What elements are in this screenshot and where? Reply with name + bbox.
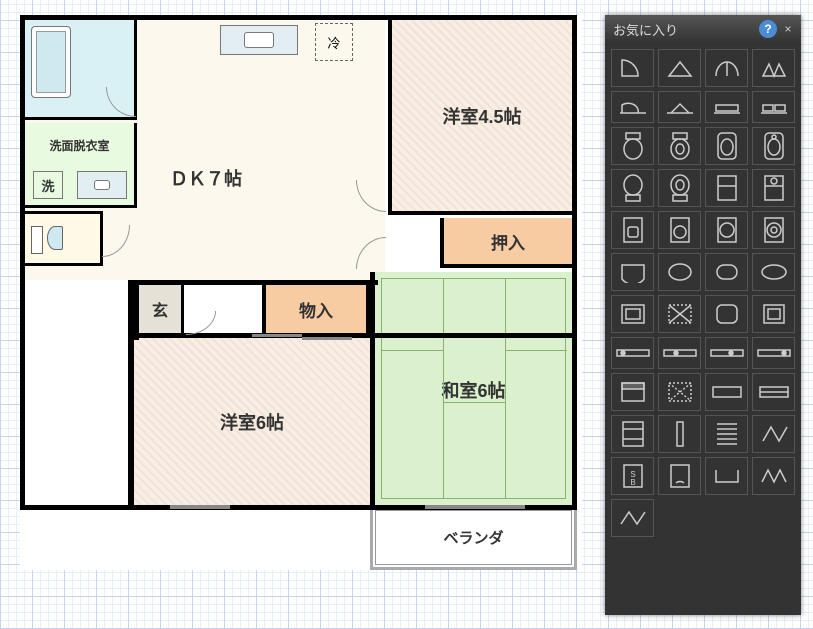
shape-triangle[interactable] [658,49,701,87]
shape-sink-a[interactable] [611,211,654,249]
wall-segment [128,280,378,285]
shape-gauge[interactable] [658,457,701,495]
shape-toilet-c[interactable] [705,127,748,165]
veranda-outline [370,510,577,570]
favorites-panel[interactable]: お気に入り ? × [605,15,801,615]
shape-bar-a[interactable] [611,337,654,369]
shape-bar-d[interactable] [752,337,795,369]
shape-toilet-f[interactable] [658,169,701,207]
help-icon[interactable]: ? [759,20,777,38]
panel-title: お気に入り [613,20,757,39]
shape-flat-split[interactable] [752,91,795,123]
shape-tray[interactable] [611,295,654,333]
shape-washer-b[interactable] [752,211,795,249]
shape-rect-split-a[interactable] [705,169,748,207]
shape-box-a[interactable] [611,373,654,411]
shape-cross[interactable] [658,295,701,333]
shape-zigzag3[interactable] [611,499,654,537]
shape-bar-c[interactable] [705,337,748,369]
shape-rect-split-b[interactable] [752,169,795,207]
shape-toilet-b[interactable] [658,127,701,165]
shape-toilet-e[interactable] [611,169,654,207]
shape-tub-b[interactable] [658,253,701,291]
shape-double-triangle[interactable] [752,49,795,87]
shape-toilet-a[interactable] [611,127,654,165]
shape-stair-a[interactable] [705,415,748,453]
shape-toilet-d[interactable] [752,127,795,165]
shape-sb[interactable]: SB [611,457,654,495]
shape-bar-b[interactable] [658,337,701,369]
shape-sink-b[interactable] [658,211,701,249]
wall-segment [128,280,139,340]
shape-open-a[interactable] [705,457,748,495]
shape-zigzag2[interactable] [752,457,795,495]
shape-square-thin[interactable] [752,295,795,333]
outer-wall [20,15,577,510]
shape-oval[interactable] [752,253,795,291]
shape-zigzag[interactable] [752,415,795,453]
shape-flat-b[interactable] [752,373,795,411]
shape-tub-a[interactable] [611,253,654,291]
shape-flat-a[interactable] [705,373,748,411]
floorplan[interactable]: ＤＫ７帖 洗面脱衣室 洗 冷 洋室4.5帖 押入 玄 物入 [20,15,582,570]
close-icon[interactable]: × [779,20,797,38]
shape-box-hatched[interactable] [658,373,701,411]
shape-flat-quarter[interactable] [611,91,654,123]
shape-tub-round[interactable] [705,253,748,291]
shape-quarter-arc[interactable] [611,49,654,87]
shape-double-door[interactable] [705,49,748,87]
svg-text:B: B [630,478,635,487]
shape-square-round[interactable] [705,295,748,333]
shape-panel-a[interactable] [611,415,654,453]
panel-header[interactable]: お気に入り ? × [605,15,801,43]
wall-segment [370,272,375,507]
shape-flat-triangle[interactable] [658,91,701,123]
panel-body: SB [605,43,801,543]
shape-pipe[interactable] [658,415,701,453]
shape-washer-a[interactable] [705,211,748,249]
shape-flat-rect[interactable] [705,91,748,123]
